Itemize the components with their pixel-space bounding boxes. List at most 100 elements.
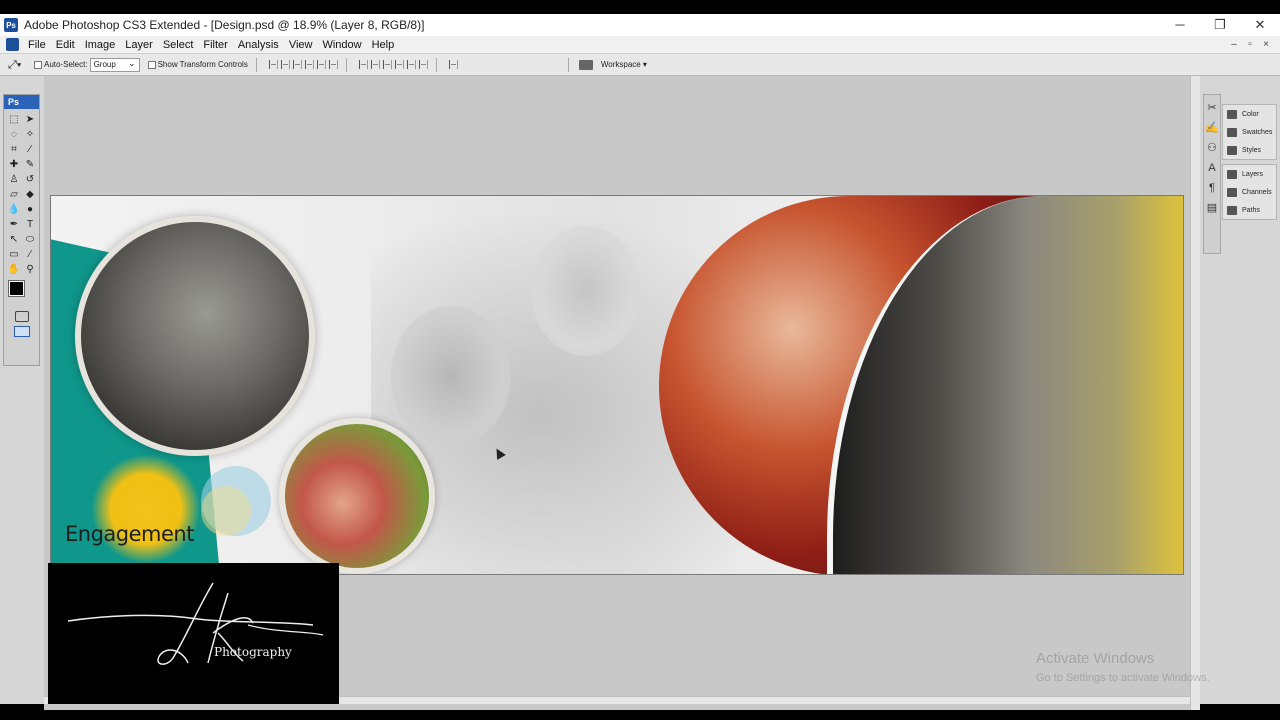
menu-file[interactable]: File	[23, 39, 51, 51]
healing-brush-tool-icon[interactable]: ✚	[6, 157, 22, 172]
shape-tool-icon[interactable]: ⬭	[22, 232, 38, 247]
doc-close-button[interactable]: ×	[1258, 36, 1274, 54]
zoom-tool-icon[interactable]: ⚲	[22, 262, 38, 277]
clone-stamp-tool-icon[interactable]: ♙	[6, 172, 22, 187]
show-transform-option: Show Transform Controls	[147, 60, 248, 69]
panel-label: Channels	[1242, 188, 1272, 196]
clone-source-icon[interactable]: ⚇	[1205, 141, 1219, 155]
document-icon[interactable]	[6, 38, 19, 51]
window-controls: ─ ❐ ✕	[1160, 14, 1280, 36]
brush-tool-icon[interactable]: ✎	[22, 157, 38, 172]
hand-tool-icon[interactable]: ✋	[6, 262, 22, 277]
align-top-icon[interactable]	[268, 60, 278, 69]
align-left-icon[interactable]	[304, 60, 314, 69]
foreground-color[interactable]	[8, 280, 25, 297]
eyedropper-tool-icon[interactable]: ⁄	[22, 142, 38, 157]
eyedropper-tool-icon[interactable]: ⁄	[22, 247, 38, 262]
menu-select[interactable]: Select	[158, 39, 199, 51]
paint-bucket-tool-icon[interactable]: ◆	[22, 187, 38, 202]
path-selection-tool-icon[interactable]: ↖	[6, 232, 22, 247]
doc-restore-button[interactable]: ▫	[1242, 36, 1258, 54]
magic-wand-tool-icon[interactable]: ✧	[22, 127, 38, 142]
distribute-top-icon[interactable]	[358, 60, 368, 69]
channels-panel-icon	[1227, 187, 1237, 197]
marquee-tool-icon[interactable]: ⬚	[6, 112, 22, 127]
menu-filter[interactable]: Filter	[198, 39, 232, 51]
panel-label: Swatches	[1242, 128, 1273, 136]
menu-window[interactable]: Window	[317, 39, 366, 51]
lasso-tool-icon[interactable]: ◌	[6, 127, 22, 142]
auto-align-icon[interactable]	[448, 60, 458, 69]
panel-color[interactable]: Color	[1223, 105, 1276, 123]
distribute-hcenter-icon[interactable]	[406, 60, 416, 69]
blur-tool-icon[interactable]: 💧	[6, 202, 22, 217]
align-bottom-icon[interactable]	[292, 60, 302, 69]
align-vcenter-icon[interactable]	[280, 60, 290, 69]
distribute-right-icon[interactable]	[418, 60, 428, 69]
character-icon[interactable]: A	[1205, 161, 1219, 175]
maximize-button[interactable]: ❐	[1200, 14, 1240, 36]
crop-tool-icon[interactable]: ⌗	[6, 142, 22, 157]
panel-label: Color	[1242, 110, 1259, 118]
screen-mode-icon[interactable]	[13, 326, 30, 337]
auto-select-checkbox[interactable]	[34, 60, 42, 69]
swatches-panel-icon	[1227, 127, 1237, 137]
notes-tool-icon[interactable]: ▭	[6, 247, 22, 262]
panel-label: Layers	[1242, 170, 1264, 178]
minimize-button[interactable]: ─	[1160, 14, 1200, 36]
menu-image[interactable]: Image	[80, 39, 121, 51]
screen: Ps Adobe Photoshop CS3 Extended - [Desig…	[0, 0, 1280, 720]
toolbox: Ps ⬚ ➤ ◌ ✧ ⌗ ⁄ ✚ ✎ ♙ ↺ ▱ ◆ 💧 ● ✒ T ↖ ⬭ ▭…	[3, 94, 40, 366]
brushes-icon[interactable]: ✍	[1205, 121, 1219, 135]
menu-view[interactable]: View	[284, 39, 318, 51]
color-swatches	[4, 279, 39, 305]
vertical-scrollbar[interactable]	[1190, 76, 1200, 710]
auto-select-dropdown[interactable]: Group	[89, 57, 140, 72]
logo-tagline: Photography	[214, 645, 292, 659]
auto-align-button	[448, 60, 458, 69]
pen-tool-icon[interactable]: ✒	[6, 217, 22, 232]
layers-panel-icon	[1227, 169, 1237, 179]
paths-panel-icon	[1227, 205, 1237, 215]
doc-minimize-button[interactable]: –	[1226, 36, 1242, 54]
move-tool-icon[interactable]: ⤢▾	[8, 58, 26, 72]
histogram-icon[interactable]: ▤	[1205, 201, 1219, 215]
menu-help[interactable]: Help	[367, 39, 400, 51]
panel-layers[interactable]: Layers	[1223, 165, 1276, 183]
panel-group-layers: Layers Channels Paths	[1222, 164, 1277, 220]
menu-analysis[interactable]: Analysis	[233, 39, 284, 51]
align-hcenter-icon[interactable]	[316, 60, 326, 69]
history-brush-tool-icon[interactable]: ↺	[22, 172, 38, 187]
align-right-icon[interactable]	[328, 60, 338, 69]
panel-channels[interactable]: Channels	[1223, 183, 1276, 201]
bridge-icon[interactable]	[578, 59, 593, 70]
distribute-bottom-icon[interactable]	[382, 60, 392, 69]
distribute-vcenter-icon[interactable]	[370, 60, 380, 69]
move-tool-icon[interactable]: ➤	[22, 112, 38, 127]
panel-swatches[interactable]: Swatches	[1223, 123, 1276, 141]
distribute-left-icon[interactable]	[394, 60, 404, 69]
document-canvas[interactable]: Engagement	[50, 195, 1184, 575]
distribute-buttons	[358, 60, 428, 69]
quick-mask-icon[interactable]	[14, 311, 29, 322]
panel-label: Paths	[1242, 206, 1260, 214]
tools-preset-icon[interactable]: ✂	[1205, 101, 1219, 115]
panel-list: Color Swatches Styles Layers Channels Pa…	[1222, 104, 1277, 224]
panel-paths[interactable]: Paths	[1223, 201, 1276, 219]
activate-windows-subtitle: Go to Settings to activate Windows.	[1036, 672, 1210, 684]
type-tool-icon[interactable]: T	[22, 217, 38, 232]
dodge-tool-icon[interactable]: ●	[22, 202, 38, 217]
workspace-button[interactable]: Workspace ▾	[578, 59, 647, 70]
eraser-tool-icon[interactable]: ▱	[6, 187, 22, 202]
show-transform-checkbox[interactable]	[147, 60, 156, 69]
close-button[interactable]: ✕	[1240, 14, 1280, 36]
hands-circle-photo	[279, 418, 435, 574]
faded-groom-photo	[391, 306, 511, 446]
menu-layer[interactable]: Layer	[120, 39, 158, 51]
panel-styles[interactable]: Styles	[1223, 141, 1276, 159]
menu-edit[interactable]: Edit	[51, 39, 80, 51]
paragraph-icon[interactable]: ¶	[1205, 181, 1219, 195]
faded-bride-photo	[531, 226, 641, 356]
color-panel-icon	[1227, 109, 1237, 119]
separator	[435, 57, 437, 72]
